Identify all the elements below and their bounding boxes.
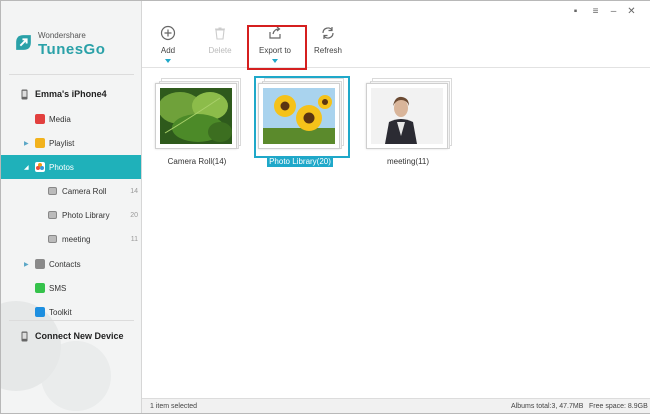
sidebar-item-contacts[interactable]: ▶ Contacts [1, 252, 141, 276]
main-panel: ▪ ≡ – ✕ Add Delete Export to Refresh Cam… [142, 1, 650, 413]
sidebar: Wondershare TunesGo Emma's iPhone4 Media… [1, 1, 142, 413]
album-caption-text: Camera Roll(14) [167, 157, 227, 166]
refresh-icon [322, 27, 334, 39]
album-caption: Photo Library(20) [256, 156, 344, 167]
sidebar-item-label: Toolkit [49, 307, 72, 317]
album-thumbnail [258, 83, 340, 149]
album-camera-roll[interactable]: Camera Roll(14) [153, 77, 241, 173]
plus-circle-icon [160, 25, 176, 41]
trash-icon [215, 27, 225, 40]
sidebar-item-label: Photos [49, 162, 74, 172]
app-window: Wondershare TunesGo Emma's iPhone4 Media… [0, 0, 650, 414]
expand-arrow-icon[interactable]: ▶ [24, 140, 29, 147]
album-icon [48, 187, 57, 195]
divider [9, 74, 134, 75]
expand-arrow-icon[interactable]: ▶ [24, 261, 29, 268]
toolkit-icon [35, 307, 45, 317]
sidebar-item-sms[interactable]: SMS [1, 276, 141, 300]
album-caption-text: meeting(11) [386, 157, 430, 166]
divider [9, 320, 134, 321]
album-caption: Camera Roll(14) [153, 157, 241, 166]
sidebar-item-label: meeting [62, 234, 91, 244]
sunflower-photo [263, 88, 335, 144]
export-highlight [247, 25, 307, 70]
delete-label: Delete [208, 46, 232, 55]
playlist-icon [35, 138, 45, 148]
add-label: Add [160, 46, 176, 55]
photos-icon [35, 162, 45, 172]
sidebar-item-label: SMS [49, 283, 67, 293]
add-button[interactable]: Add [142, 23, 194, 69]
collapse-arrow-icon[interactable]: ◢ [24, 164, 29, 171]
contacts-icon [35, 259, 45, 269]
phone-icon [21, 89, 28, 100]
item-count: 20 [130, 211, 138, 219]
free-space: Free space: 8.9GB [589, 403, 648, 410]
refresh-button[interactable]: Refresh [302, 23, 354, 69]
album-caption-text: Photo Library(20) [267, 156, 333, 167]
app-logo: Wondershare TunesGo [13, 29, 138, 59]
album-photo-library[interactable]: Photo Library(20) [254, 76, 350, 173]
sidebar-item-photos[interactable]: ◢ Photos [1, 155, 141, 179]
status-bar: 1 item selected Albums total:3, 47.7MB F… [142, 398, 650, 413]
device-name: Emma's iPhone4 [35, 89, 107, 99]
album-meeting[interactable]: meeting(11) [364, 77, 452, 173]
sidebar-item-label: Contacts [49, 259, 81, 269]
sidebar-item-photo-library[interactable]: Photo Library 20 [1, 203, 141, 227]
chevron-down-icon[interactable] [165, 59, 171, 63]
sidebar-item-meeting[interactable]: meeting 11 [1, 227, 141, 251]
album-icon [48, 211, 57, 219]
connect-new-device[interactable]: Connect New Device [1, 324, 141, 348]
item-count: 11 [130, 235, 138, 243]
sidebar-item-playlist[interactable]: ▶ Playlist [1, 131, 141, 155]
device-item[interactable]: Emma's iPhone4 [1, 82, 141, 106]
tunesgo-logo-icon [16, 35, 31, 50]
sidebar-item-label: Photo Library [62, 210, 110, 220]
businesswoman-photo [371, 88, 443, 144]
sms-icon [35, 283, 45, 293]
connect-new-label: Connect New Device [35, 331, 124, 341]
album-icon [48, 235, 57, 243]
album-thumbnail [155, 83, 237, 149]
leaves-photo [160, 88, 232, 144]
refresh-label: Refresh [313, 46, 342, 55]
brand-title: TunesGo [38, 41, 106, 58]
music-icon [35, 114, 45, 124]
sidebar-item-label: Camera Roll [62, 186, 107, 196]
decor-bubble [41, 341, 111, 411]
album-caption: meeting(11) [364, 157, 452, 166]
delete-button[interactable]: Delete [194, 23, 246, 69]
sidebar-item-camera-roll[interactable]: Camera Roll 14 [1, 179, 141, 203]
toolbar: Add Delete Export to Refresh [142, 1, 650, 70]
albums-total: Albums total:3, 47.7MB [511, 403, 584, 410]
selection-status: 1 item selected [150, 403, 198, 410]
item-count: 14 [130, 187, 138, 195]
album-thumbnail [366, 83, 448, 149]
sidebar-item-media[interactable]: Media [1, 107, 141, 131]
sidebar-item-label: Playlist [49, 138, 75, 148]
brand-subtitle: Wondershare [38, 31, 86, 40]
sidebar-item-label: Media [49, 114, 71, 124]
phone-icon [21, 331, 28, 342]
